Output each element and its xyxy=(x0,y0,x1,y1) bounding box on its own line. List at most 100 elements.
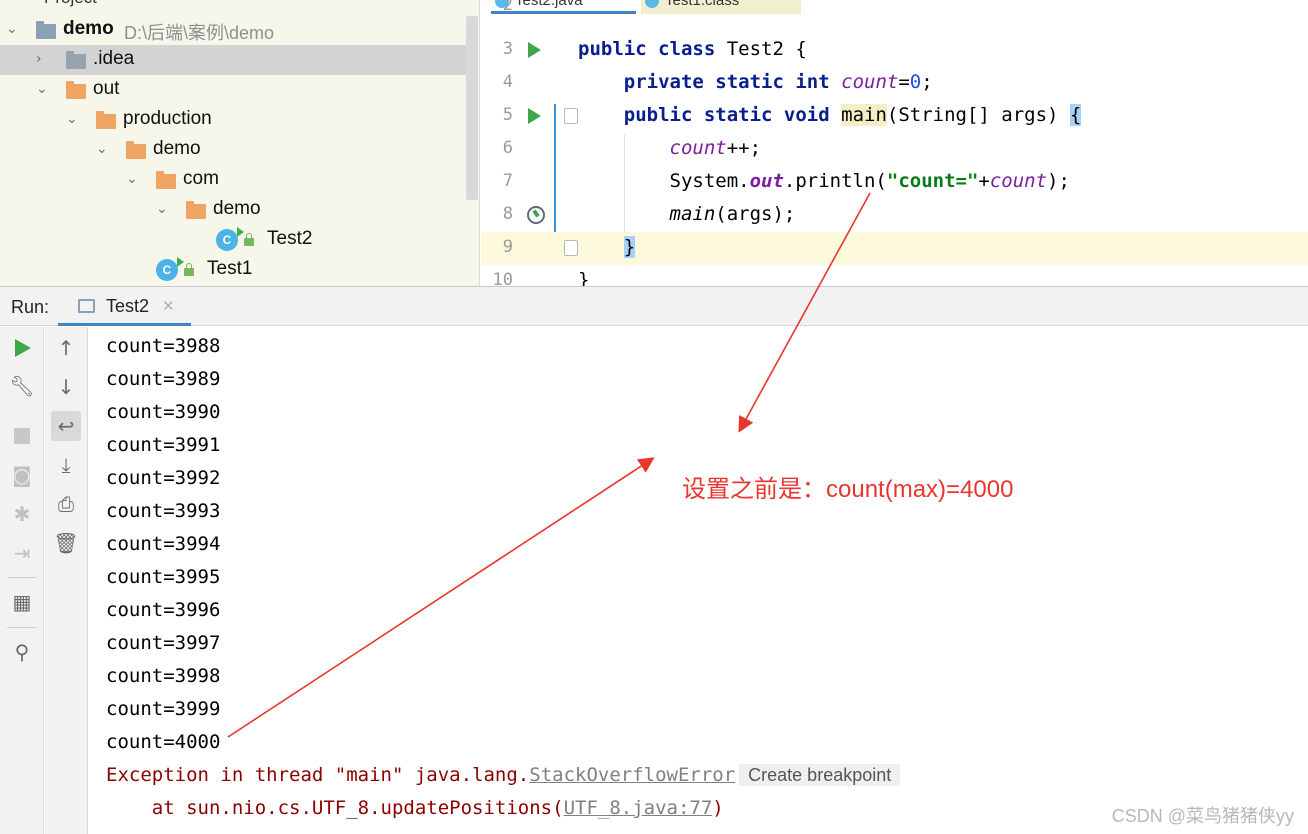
tree-item-demo-output[interactable]: ⌄ demo xyxy=(0,135,466,165)
stack-trace-suffix: ) xyxy=(712,797,724,819)
trash-icon[interactable]: 🗑︎ xyxy=(51,528,81,558)
chevron-down-icon[interactable]: ⌄ xyxy=(36,81,50,97)
chevron-down-icon[interactable]: ⌄ xyxy=(126,171,140,187)
code-line[interactable]: 10 } xyxy=(481,265,1308,286)
console-line: count=3989 xyxy=(106,368,221,390)
create-breakpoint-button[interactable]: Create breakpoint xyxy=(739,764,901,786)
run-method-icon[interactable] xyxy=(528,108,541,124)
toolbar-separator xyxy=(7,577,37,578)
tree-item-idea[interactable]: › .idea xyxy=(0,45,466,75)
folder-icon xyxy=(126,141,146,159)
tree-item-out[interactable]: ⌄ out xyxy=(0,75,466,105)
code-text: main(args); xyxy=(669,203,796,225)
play-icon[interactable] xyxy=(15,339,31,357)
source-location-link[interactable]: UTF_8.java:77 xyxy=(564,797,713,819)
tree-item-label: demo xyxy=(63,18,114,39)
code-line[interactable]: 2 xyxy=(481,0,1308,34)
code-line[interactable]: 3 public class Test2 { xyxy=(481,34,1308,67)
code-line[interactable]: 7 System.out.println("count="+count); xyxy=(481,166,1308,199)
console-line: count=3994 xyxy=(106,533,221,555)
folder-icon xyxy=(186,201,206,219)
scroll-to-end-icon[interactable]: ⤓ xyxy=(51,450,81,480)
tree-item-label: production xyxy=(123,108,212,129)
tree-item-production[interactable]: ⌄ production xyxy=(0,105,466,135)
project-panel-title: Project xyxy=(44,0,97,8)
class-file-icon: C xyxy=(156,257,184,281)
console-icon xyxy=(78,299,95,313)
console-line: count=3992 xyxy=(106,467,221,489)
line-number: 6 xyxy=(502,138,513,158)
folder-icon xyxy=(156,171,176,189)
console-output[interactable]: count=3988 count=3989 count=3990 count=3… xyxy=(89,327,1308,834)
recursive-call-icon[interactable] xyxy=(527,206,545,224)
tree-item-label: com xyxy=(183,168,219,189)
print-icon[interactable]: ⎙ xyxy=(51,489,81,519)
code-editor[interactable]: Test2.java Test1.class 2 3 public class … xyxy=(481,0,1308,286)
fold-icon[interactable] xyxy=(564,108,578,124)
folder-icon xyxy=(66,51,86,69)
code-line[interactable]: 6 count++; xyxy=(481,133,1308,166)
run-class-icon[interactable] xyxy=(528,42,541,58)
tree-item-label: Test2 xyxy=(267,228,313,249)
run-tab-label: Test2 xyxy=(106,296,150,316)
chevron-right-icon[interactable]: › xyxy=(36,51,50,67)
annotation-text: 设置之前是：count(max)=4000 xyxy=(682,476,1014,503)
chevron-down-icon[interactable]: ⌄ xyxy=(6,21,20,37)
close-icon[interactable]: ✕ xyxy=(162,297,175,315)
folder-icon xyxy=(66,81,86,99)
tree-scrollbar[interactable] xyxy=(466,16,478,200)
code-line-current[interactable]: 9 } xyxy=(481,232,1308,265)
exit-icon[interactable]: ⇥ xyxy=(7,538,37,568)
console-line: count=4000 xyxy=(106,731,221,753)
console-line: count=3999 xyxy=(106,698,221,720)
tree-item-label: Test1 xyxy=(207,258,253,279)
folder-icon xyxy=(96,111,116,129)
soft-wrap-icon[interactable]: ↩ xyxy=(51,411,81,441)
toolbar-separator xyxy=(7,627,37,628)
lock-icon xyxy=(244,233,254,246)
module-path: D:\后端\案例\demo xyxy=(124,23,275,43)
run-tab-test2[interactable]: Test2 ✕ xyxy=(58,287,191,326)
tree-item-test2-class[interactable]: C Test2 xyxy=(0,225,466,255)
tree-item-com[interactable]: ⌄ com xyxy=(0,165,466,195)
fold-icon[interactable] xyxy=(564,240,578,256)
pin-icon[interactable]: ⚲ xyxy=(7,637,37,667)
exception-text: Exception in thread "main" java.lang. xyxy=(106,764,530,786)
stop-icon[interactable] xyxy=(14,428,30,444)
code-line[interactable]: 5 public static void main(String[] args)… xyxy=(481,100,1308,133)
code-line[interactable]: 4 private static int count=0; xyxy=(481,67,1308,100)
code-line[interactable]: 8 main(args); xyxy=(481,199,1308,232)
chevron-down-icon[interactable]: ⌄ xyxy=(156,201,170,217)
code-text: System.out.println("count="+count); xyxy=(578,170,1070,192)
line-number: 3 xyxy=(502,39,513,59)
tree-item-demo-root[interactable]: ⌄ demo D:\后端\案例\demo xyxy=(0,15,466,45)
console-line: count=3991 xyxy=(106,434,221,456)
arrow-down-icon[interactable]: ↓ xyxy=(51,372,81,402)
chevron-down-icon[interactable]: ⌄ xyxy=(96,141,110,157)
stack-trace-text: at sun.nio.cs.UTF_8.updatePositions( xyxy=(106,797,564,819)
line-number: 7 xyxy=(502,171,513,191)
line-number: 5 xyxy=(502,105,513,125)
tree-item-test1-class[interactable]: C Test1 xyxy=(0,255,466,285)
project-tool-window: Project ⌄ demo D:\后端\案例\demo › .idea ⌄ o… xyxy=(0,0,480,286)
code-text: public class Test2 { xyxy=(578,38,807,60)
console-line: count=3996 xyxy=(106,599,221,621)
code-text: } xyxy=(578,269,590,286)
debugger-icon[interactable]: ✱ xyxy=(7,499,37,529)
tree-item-label: .idea xyxy=(93,48,135,69)
console-line: count=3990 xyxy=(106,401,221,423)
tree-item-label: demo xyxy=(213,198,261,219)
stack-trace-line: at sun.nio.cs.UTF_8.updatePositions(UTF_… xyxy=(106,797,724,830)
stackoverflow-error-link[interactable]: StackOverflowError xyxy=(529,764,735,786)
camera-icon[interactable]: ◙ xyxy=(7,460,37,490)
run-toolbar-primary: 🔧︎ ◙ ✱ ⇥ ▦ ⚲ xyxy=(0,327,44,834)
line-number: 9 xyxy=(502,237,513,257)
tree-item-demo-package[interactable]: ⌄ demo xyxy=(0,195,466,225)
chevron-down-icon[interactable]: ⌄ xyxy=(66,111,80,127)
class-file-icon: C xyxy=(216,227,244,251)
arrow-up-icon[interactable]: ↑ xyxy=(51,333,81,363)
console-line: count=3995 xyxy=(106,566,221,588)
layout-icon[interactable]: ▦ xyxy=(7,587,37,617)
wrench-icon[interactable]: 🔧︎ xyxy=(7,371,37,401)
console-line: count=3997 xyxy=(106,632,221,654)
